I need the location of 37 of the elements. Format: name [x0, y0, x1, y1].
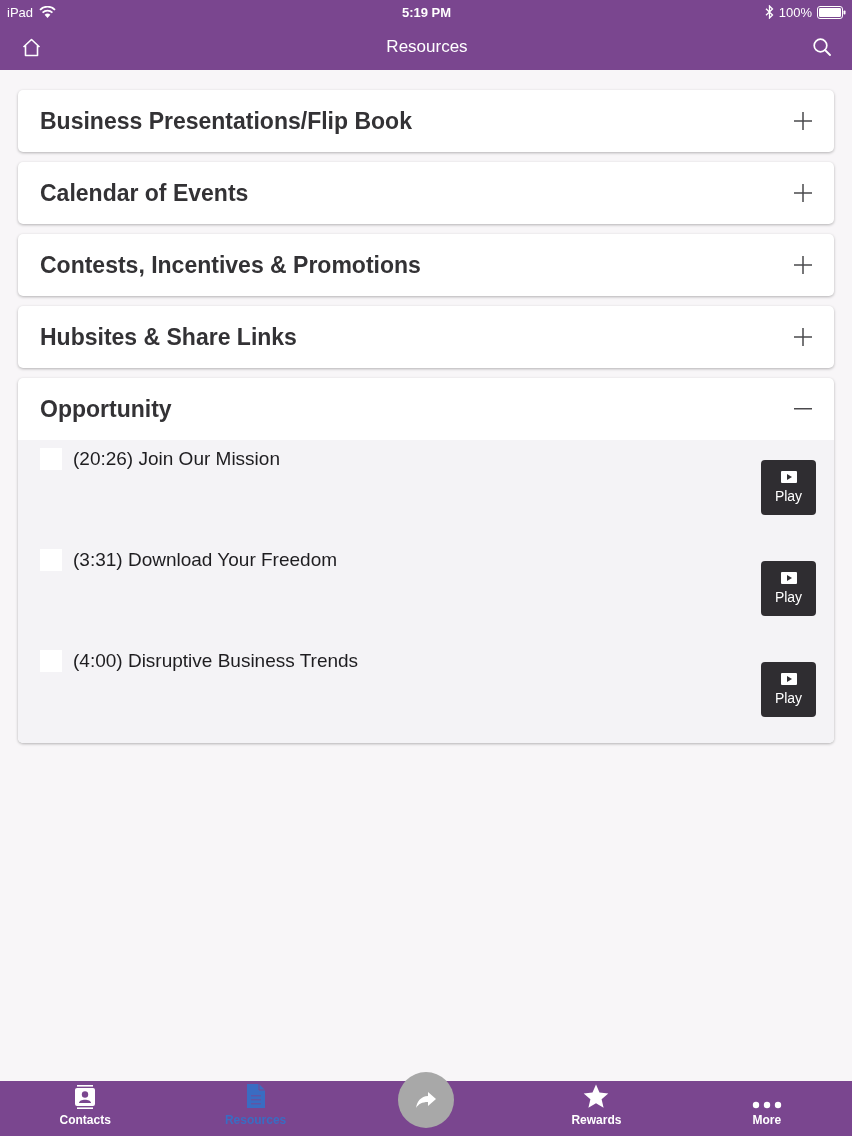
play-icon — [780, 572, 797, 584]
home-icon — [22, 37, 41, 57]
star-icon — [583, 1084, 610, 1109]
wifi-icon — [39, 6, 57, 18]
page-title: Resources — [386, 37, 468, 57]
video-title: (20:26) Join Our Mission — [73, 448, 281, 470]
battery-percent: 100% — [778, 4, 812, 20]
bluetooth-icon — [764, 5, 774, 19]
home-button[interactable] — [22, 37, 41, 57]
status-time: 5:19 PM — [401, 4, 452, 20]
search-icon — [813, 38, 831, 56]
section-title[interactable]: Business Presentations/Flip Book — [40, 107, 412, 135]
expand-icon[interactable] — [794, 328, 812, 346]
tab-bar-item[interactable]: Contacts — [0, 1081, 171, 1136]
play-button[interactable]: Play — [761, 460, 816, 515]
search-button[interactable] — [813, 38, 831, 56]
expand-icon[interactable] — [794, 184, 812, 202]
play-icon — [780, 471, 797, 483]
more-dots-icon — [751, 1101, 782, 1109]
video-title: (3:31) Download Your Freedom — [73, 549, 339, 571]
section-title[interactable]: Hubsites & Share Links — [40, 323, 297, 351]
section-title[interactable]: Calendar of Events — [40, 179, 249, 207]
play-button[interactable]: Play — [761, 561, 816, 616]
tab-bar-item[interactable]: Rewards — [511, 1081, 682, 1136]
video-title: (4:00) Disruptive Business Trends — [73, 650, 360, 672]
device-name: iPad — [7, 4, 34, 20]
share-arrow-icon — [415, 1091, 437, 1109]
expand-icon[interactable] — [794, 112, 812, 130]
section-title[interactable]: Opportunity — [40, 395, 172, 423]
expand-icon[interactable] — [794, 256, 812, 274]
contact-card-icon — [74, 1085, 97, 1109]
tab-bar-item[interactable]: More — [681, 1081, 852, 1136]
play-button[interactable]: Play — [761, 662, 816, 717]
play-icon — [780, 673, 797, 685]
section-title[interactable]: Contests, Incentives & Promotions — [40, 251, 421, 279]
share-button[interactable] — [398, 1072, 454, 1128]
battery-icon — [817, 5, 846, 19]
